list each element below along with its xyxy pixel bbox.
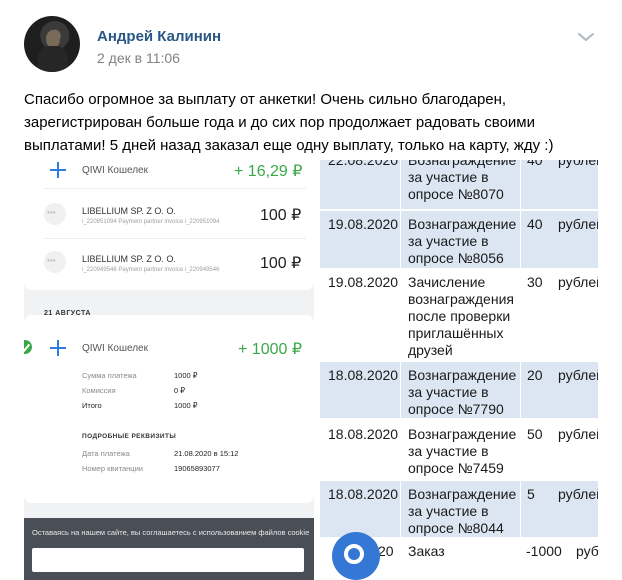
row-date: 22.08.2020 bbox=[328, 160, 399, 168]
payment-sub: i_220949546 Payment partner invoice i_22… bbox=[82, 267, 220, 273]
row-amount: 20 bbox=[527, 367, 543, 383]
cookie-banner: Оставаясь на нашем сайте, вы соглашаетес… bbox=[24, 518, 314, 580]
payment-name: LIBELLIUM SP. Z O. O. bbox=[82, 206, 176, 216]
qiwi-label: QIWI Кошелек bbox=[82, 165, 148, 176]
row-amount: 50 bbox=[527, 426, 543, 442]
row-date: 20 bbox=[378, 543, 394, 559]
row-amount: 40 bbox=[527, 216, 543, 232]
payment-row[interactable]: LIBELLIUM SP. Z O. O. i_220949546 Paymen… bbox=[24, 244, 314, 284]
column-divider bbox=[520, 160, 521, 580]
detail-key: Дата платежа bbox=[82, 449, 130, 458]
table-row: 19.08.2020 Вознаграждение за участие в о… bbox=[320, 211, 598, 269]
payment-icon bbox=[44, 203, 66, 225]
row-amount: 30 bbox=[527, 274, 543, 290]
payment-row[interactable]: LIBELLIUM SP. Z O. O. i_220951094 Paymen… bbox=[24, 196, 314, 236]
row-desc: Вознаграждение за участие в опросе №7459 bbox=[408, 426, 517, 476]
row-desc: Заказ bbox=[408, 543, 445, 559]
row-currency: рублей bbox=[558, 160, 598, 168]
qiwi-amount: + 1000 ₽ bbox=[238, 341, 303, 358]
column-divider bbox=[400, 160, 401, 580]
qiwi-amount: + 16,29 ₽ bbox=[234, 163, 303, 180]
detail-key: Номер квитанции bbox=[82, 464, 143, 473]
table-row: 18.08.2020 Вознаграждение за участие в о… bbox=[320, 362, 598, 419]
row-currency: рублей bbox=[558, 216, 598, 232]
table-row: 18.08.2020 Вознаграждение за участие в о… bbox=[320, 481, 598, 538]
divider bbox=[44, 238, 306, 239]
row-amount: 5 bbox=[527, 486, 535, 502]
attached-photo-table[interactable]: 22.08.2020 Вознаграждение за участие в о… bbox=[320, 160, 598, 580]
table-row: 22.08.2020 Вознаграждение за участие в о… bbox=[320, 160, 598, 210]
detail-key: Итого bbox=[82, 401, 102, 410]
row-currency: рублей bbox=[558, 486, 598, 502]
row-currency: рублей bbox=[558, 426, 598, 442]
plus-icon bbox=[50, 162, 66, 178]
row-currency: рублей bbox=[558, 367, 598, 383]
author-name[interactable]: Андрей Калинин bbox=[97, 28, 221, 45]
payment-name: LIBELLIUM SP. Z O. O. bbox=[82, 254, 176, 264]
row-currency: рублей bbox=[558, 274, 598, 290]
row-desc: Вознаграждение за участие в опросе №8044 bbox=[408, 486, 517, 536]
avatar[interactable] bbox=[24, 16, 80, 72]
row-amount: 40 bbox=[527, 160, 543, 168]
row-desc: Зачисление вознаграждения после проверки… bbox=[408, 274, 514, 358]
avatar-body bbox=[38, 46, 68, 72]
details-heading: ПОДРОБНЫЕ РЕКВИЗИТЫ bbox=[82, 433, 177, 440]
row-date: 19.08.2020 bbox=[328, 216, 399, 232]
qiwi-card-detail: QIWI Кошелек + 1000 ₽ Сумма платежа 1000… bbox=[24, 315, 314, 503]
detail-value: 21.08.2020 в 15:12 bbox=[174, 449, 239, 458]
row-date: 18.08.2020 bbox=[328, 486, 399, 502]
detail-key: Комиссия bbox=[82, 386, 116, 395]
qiwi-label: QIWI Кошелек bbox=[82, 343, 148, 354]
qiwi-card-top: QIWI Кошелек + 16,29 ₽ LIBELLIUM SP. Z O… bbox=[24, 160, 314, 290]
row-date: 18.08.2020 bbox=[328, 426, 399, 442]
attached-photo-qiwi[interactable]: QIWI Кошелек + 16,29 ₽ LIBELLIUM SP. Z O… bbox=[24, 160, 314, 580]
table-row: 19.08.2020 Зачисление вознаграждения пос… bbox=[320, 270, 598, 361]
payment-amount: 100 ₽ bbox=[260, 207, 302, 224]
chat-bubble-icon[interactable] bbox=[332, 532, 380, 580]
payment-icon bbox=[44, 251, 66, 273]
post-date[interactable]: 2 дек в 11:06 bbox=[97, 50, 180, 66]
row-desc: Вознаграждение за участие в опросе №8070 bbox=[408, 160, 517, 202]
row-desc: Вознаграждение за участие в опросе №7790 bbox=[408, 367, 517, 417]
chevron-down-icon[interactable] bbox=[576, 30, 596, 44]
qiwi-top-row: QIWI Кошелек + 16,29 ₽ bbox=[24, 160, 314, 180]
divider bbox=[44, 188, 306, 189]
row-date: 19.08.2020 bbox=[328, 274, 399, 290]
detail-value: 0 ₽ bbox=[174, 386, 186, 395]
plus-icon bbox=[50, 340, 66, 356]
detail-key: Сумма платежа bbox=[82, 371, 137, 380]
cookie-panel bbox=[32, 548, 304, 572]
wall-post: Андрей Калинин 2 дек в 11:06 Спасибо огр… bbox=[0, 0, 622, 580]
payment-amount: 100 ₽ bbox=[260, 255, 302, 272]
table-row: 18.08.2020 Вознаграждение за участие в о… bbox=[320, 420, 598, 480]
detail-value: 1000 ₽ bbox=[174, 371, 198, 380]
detail-value: 1000 ₽ bbox=[174, 401, 198, 410]
payment-sub: i_220951094 Payment partner invoice i_22… bbox=[82, 219, 220, 225]
post-text: Спасибо огромное за выплату от анкетки! … bbox=[24, 91, 554, 154]
row-currency: рублей bbox=[576, 543, 598, 559]
row-amount: -1000 bbox=[526, 543, 562, 559]
row-desc: Вознаграждение за участие в опросе №8056 bbox=[408, 216, 517, 266]
cookie-text: Оставаясь на нашем сайте, вы соглашаетес… bbox=[32, 528, 310, 537]
detail-value: 19065893077 bbox=[174, 464, 220, 473]
row-date: 18.08.2020 bbox=[328, 367, 399, 383]
